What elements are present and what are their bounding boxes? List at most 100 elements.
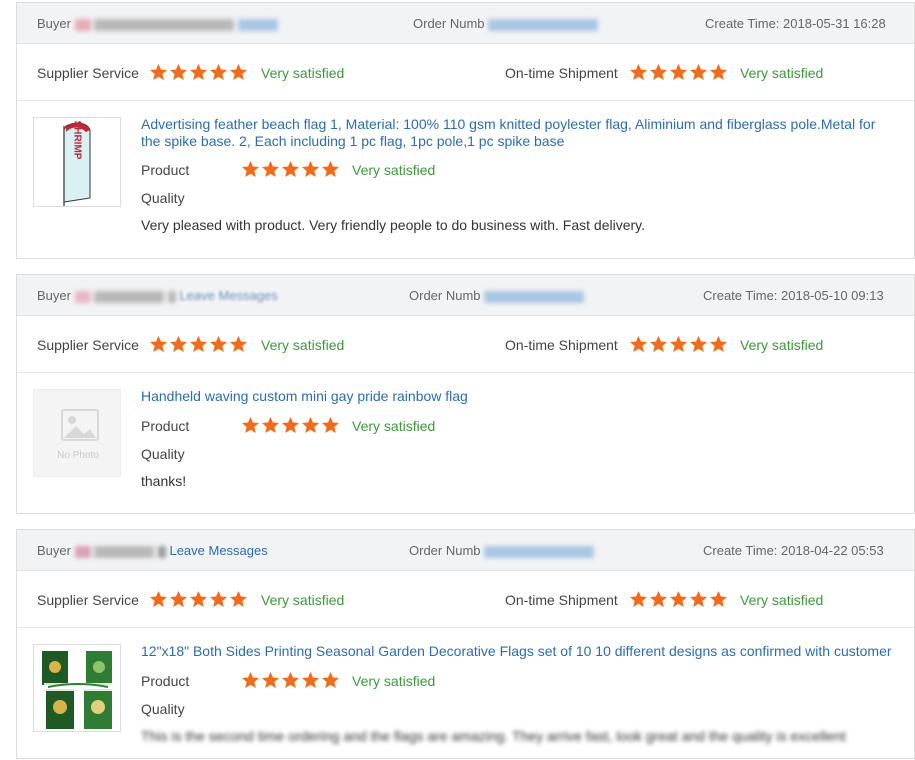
supplier-service-rating: Very satisfied (261, 337, 345, 353)
create-time-label: Create Time: (703, 543, 778, 558)
star-icon (669, 335, 689, 353)
star-icon (189, 335, 209, 353)
ontime-shipment-label: On-time Shipment (505, 65, 618, 81)
leave-messages-link[interactable]: Leave Messages (179, 288, 277, 303)
order-number-blurred[interactable] (488, 18, 599, 31)
ratings-row: Supplier Service Very satisfied On-time … (17, 316, 914, 373)
buyer-label: Buyer (37, 288, 71, 303)
star-icon (169, 335, 189, 353)
star-icon (189, 590, 209, 608)
product-title-link[interactable]: 12"x18" Both Sides Printing Seasonal Gar… (141, 643, 898, 660)
product-quality-rating: Very satisfied (352, 673, 436, 689)
star-icon (261, 671, 281, 689)
card-header: Buyer Order Numb Create Time: 2018-05-31… (17, 3, 914, 44)
create-time-value: 2018-05-10 09:13 (781, 288, 884, 303)
star-icon (169, 63, 189, 81)
ontime-shipment-label: On-time Shipment (505, 592, 618, 608)
flag-text: SHRIMP (72, 121, 83, 160)
buyer-extra-blurred (157, 545, 166, 558)
buyer-field: Buyer Leave Messages (37, 288, 278, 303)
star-icon (149, 335, 169, 353)
ontime-shipment-rating: Very satisfied (740, 337, 824, 353)
product-quality-rating: Very satisfied (352, 418, 436, 434)
buyer-label: Buyer (37, 16, 71, 31)
garden-flags-image (34, 645, 120, 731)
ontime-shipment-stars (629, 335, 729, 353)
feedback-card: Buyer Order Numb Create Time: 2018-05-31… (16, 2, 915, 259)
leave-messages-link-blurred[interactable] (237, 18, 278, 31)
supplier-service-label: Supplier Service (37, 65, 139, 81)
supplier-service-stars (149, 63, 249, 81)
order-number-label: Order Numb (409, 543, 481, 558)
create-time-field: Create Time: 2018-04-22 05:53 (703, 543, 884, 558)
product-section: No Photo Handheld waving custom mini gay… (17, 373, 914, 515)
star-icon (649, 63, 669, 81)
order-number-label: Order Numb (413, 16, 485, 31)
product-quality-label-2: Quality (141, 701, 185, 717)
product-quality-label: Product (141, 418, 190, 434)
product-thumbnail-no-photo[interactable]: No Photo (33, 389, 121, 477)
leave-messages-link[interactable]: Leave Messages (169, 543, 267, 558)
star-icon (301, 416, 321, 434)
feedback-card: Buyer Leave Messages Order Numb Create T… (16, 529, 915, 759)
star-icon (229, 63, 249, 81)
product-quality-label: Product (141, 673, 190, 689)
buyer-extra-blurred (167, 290, 176, 303)
feedback-comment: Very pleased with product. Very friendly… (141, 217, 646, 233)
feather-flag-image: SHRIMP (34, 118, 120, 206)
supplier-service-stars (149, 335, 249, 353)
ontime-shipment-stars (629, 63, 729, 81)
product-title-link[interactable]: Advertising feather beach flag 1, Materi… (141, 116, 898, 150)
star-icon (209, 63, 229, 81)
star-icon (301, 160, 321, 178)
ontime-shipment-rating: Very satisfied (740, 65, 824, 81)
star-icon (229, 590, 249, 608)
order-number-blurred[interactable] (484, 545, 595, 558)
product-thumbnail[interactable]: SHRIMP (33, 117, 121, 207)
supplier-service-rating: Very satisfied (261, 592, 345, 608)
create-time-field: Create Time: 2018-05-31 16:28 (705, 16, 886, 31)
star-icon (689, 335, 709, 353)
ontime-shipment-rating: Very satisfied (740, 592, 824, 608)
star-icon (229, 335, 249, 353)
buyer-avatar-blurred (74, 545, 91, 558)
product-quality-stars (241, 416, 341, 434)
buyer-field: Buyer (37, 16, 278, 31)
create-time-field: Create Time: 2018-05-10 09:13 (703, 288, 884, 303)
feedback-comment: This is the second time ordering and the… (141, 728, 846, 744)
product-quality-rating: Very satisfied (352, 162, 436, 178)
star-icon (241, 416, 261, 434)
buyer-field: Buyer Leave Messages (37, 543, 268, 558)
star-icon (169, 590, 189, 608)
buyer-name-blurred (94, 545, 155, 558)
product-quality-label-2: Quality (141, 190, 185, 206)
star-icon (321, 160, 341, 178)
card-header: Buyer Leave Messages Order Numb Create T… (17, 530, 914, 571)
star-icon (149, 63, 169, 81)
star-icon (629, 590, 649, 608)
star-icon (629, 63, 649, 81)
create-time-value: 2018-05-31 16:28 (783, 16, 886, 31)
product-title-link[interactable]: Handheld waving custom mini gay pride ra… (141, 388, 898, 405)
create-time-value: 2018-04-22 05:53 (781, 543, 884, 558)
ontime-shipment-label: On-time Shipment (505, 337, 618, 353)
order-number-blurred[interactable] (484, 290, 585, 303)
product-section: SHRIMP Advertising feather beach flag 1,… (17, 101, 914, 259)
star-icon (669, 63, 689, 81)
product-thumbnail[interactable] (33, 644, 121, 732)
product-quality-stars (241, 671, 341, 689)
star-icon (149, 590, 169, 608)
ontime-shipment-stars (629, 590, 729, 608)
ratings-row: Supplier Service Very satisfied On-time … (17, 571, 914, 628)
product-quality-label: Product (141, 162, 190, 178)
no-photo-text: No Photo (57, 450, 99, 461)
order-number-label: Order Numb (409, 288, 481, 303)
supplier-service-rating: Very satisfied (261, 65, 345, 81)
supplier-service-label: Supplier Service (37, 592, 139, 608)
order-number-field: Order Numb (409, 288, 585, 303)
no-photo-icon: No Photo (57, 409, 99, 461)
create-time-label: Create Time: (705, 16, 780, 31)
feedback-comment: thanks! (141, 473, 187, 489)
supplier-service-label: Supplier Service (37, 337, 139, 353)
star-icon (209, 335, 229, 353)
